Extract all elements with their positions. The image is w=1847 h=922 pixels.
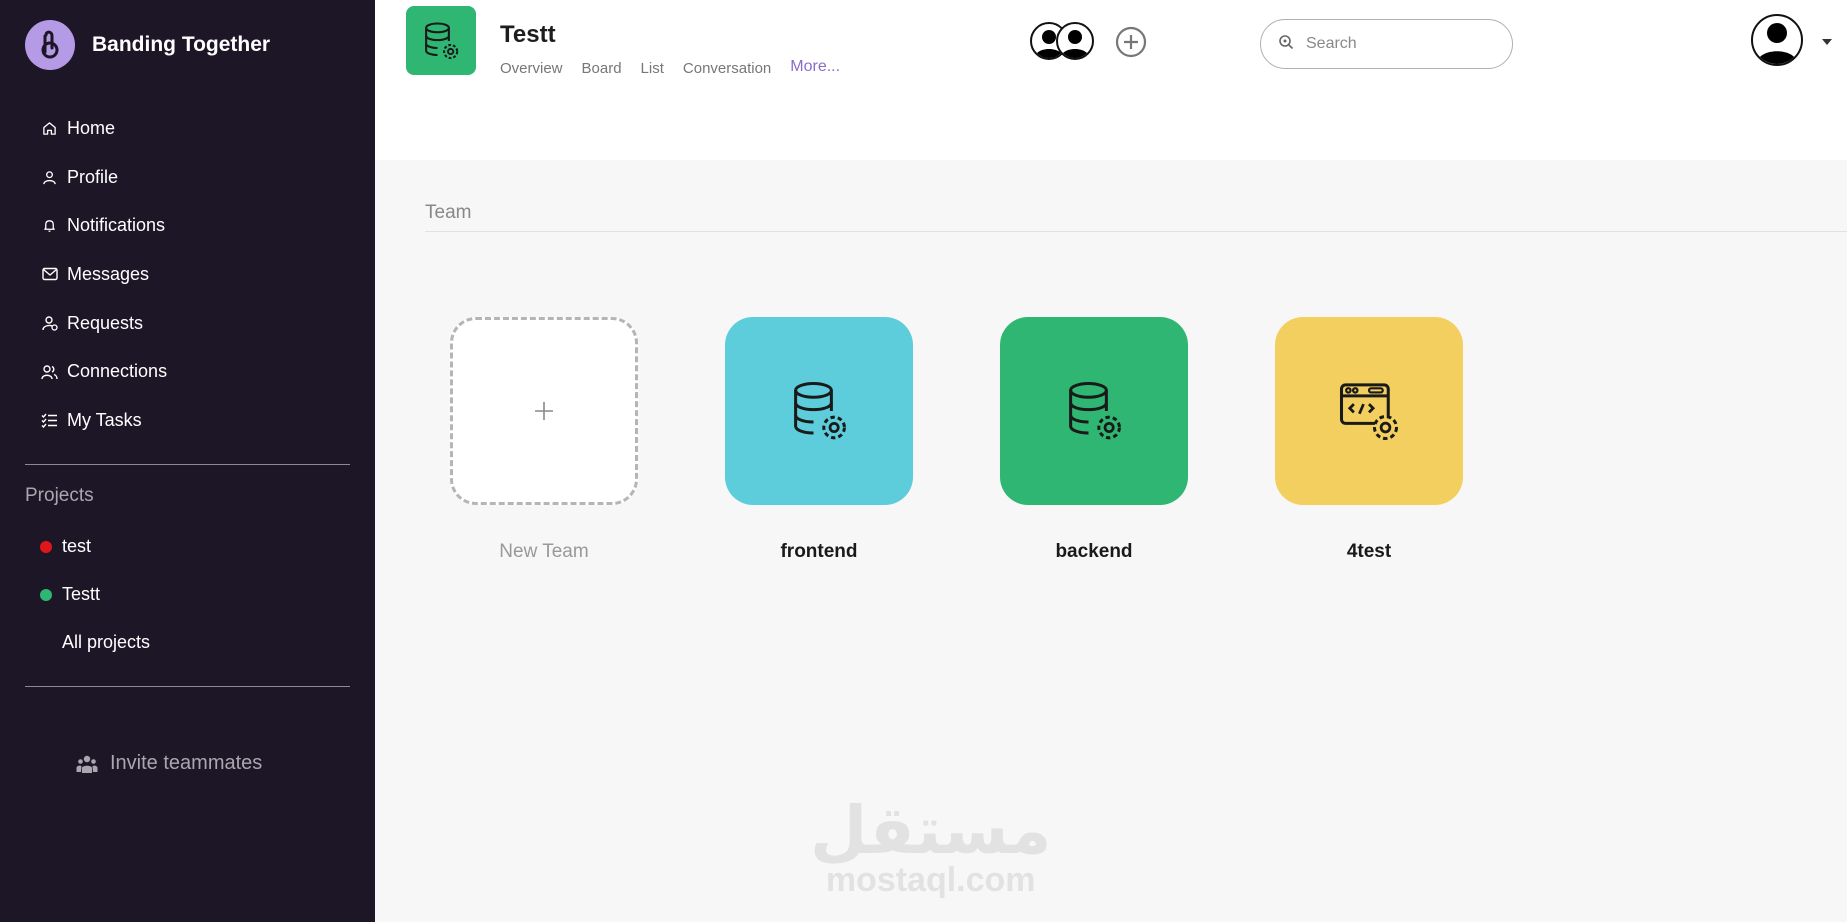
database-settings-icon: [1069, 381, 1121, 440]
sidebar-item-label: Notifications: [67, 215, 166, 236]
sidebar-item-label: Messages: [67, 263, 150, 284]
project-name: Testt: [62, 584, 101, 604]
team-card-frontend[interactable]: [725, 317, 913, 505]
sidebar-item-requests[interactable]: Requests: [25, 299, 350, 348]
watermark: مستقل mostaql.com: [810, 792, 1052, 899]
users-icon: [41, 363, 58, 380]
team-card-label: backend: [1055, 541, 1133, 562]
project-tabs: Overview Board List Conversation More...: [500, 58, 859, 77]
watermark-latin: mostaql.com: [825, 861, 1036, 899]
header-spacer: [375, 85, 1847, 160]
sidebar-item-label: My Tasks: [67, 409, 142, 430]
watermark-arabic: مستقل: [810, 792, 1052, 869]
sidebar-item-label: Connections: [67, 361, 168, 382]
project-color-dot: [40, 540, 52, 553]
project-item-test[interactable]: test: [40, 536, 91, 557]
sidebar-item-label: Profile: [67, 166, 119, 187]
database-settings-icon: [794, 381, 846, 440]
tab-overview[interactable]: Overview: [500, 60, 563, 77]
sidebar: Banding Together Home Profile Notificati…: [0, 0, 375, 922]
projects-heading: Projects: [25, 485, 94, 506]
new-team-card[interactable]: [450, 317, 638, 505]
team-card-label: frontend: [780, 541, 858, 562]
tab-board[interactable]: Board: [582, 60, 622, 77]
member-avatars[interactable]: [1030, 22, 1094, 60]
avatar: [1056, 22, 1094, 60]
team-icon: [76, 754, 98, 774]
project-color-dot: [40, 588, 52, 601]
task-list-icon: [41, 412, 58, 429]
user-icon: [41, 169, 58, 186]
database-settings-icon: [425, 21, 459, 59]
chevron-down-icon[interactable]: [1822, 34, 1832, 48]
team-card-backend[interactable]: [1000, 317, 1188, 505]
search-input[interactable]: [1306, 35, 1486, 53]
sidebar-item-label: Requests: [67, 312, 144, 333]
sidebar-item-home[interactable]: Home: [25, 104, 350, 153]
sidebar-item-my-tasks[interactable]: My Tasks: [25, 396, 350, 445]
plus-icon: [535, 402, 553, 420]
plus-circle-icon: [1115, 26, 1147, 58]
avatar-silhouette-icon: [1757, 23, 1797, 64]
team-card-4test[interactable]: [1275, 317, 1463, 505]
page-title: Testt: [500, 21, 556, 48]
sidebar-divider: [25, 464, 350, 465]
sidebar-item-connections[interactable]: Connections: [25, 347, 350, 396]
sidebar-item-profile[interactable]: Profile: [25, 153, 350, 202]
search-box[interactable]: [1260, 19, 1513, 69]
bell-icon: [41, 217, 58, 234]
home-icon: [41, 120, 58, 137]
invite-label: Invite teammates: [110, 752, 263, 774]
tab-more[interactable]: More...: [790, 58, 840, 77]
brand-logo-icon: [25, 20, 75, 70]
section-divider: [425, 231, 1847, 232]
invite-teammates-button[interactable]: Invite teammates: [76, 752, 262, 775]
brand-name: Banding Together: [92, 33, 271, 56]
user-avatar[interactable]: [1751, 14, 1803, 66]
project-name: test: [62, 536, 92, 556]
sidebar-item-label: Home: [67, 117, 116, 138]
team-card-label: New Team: [499, 541, 589, 562]
project-icon[interactable]: [406, 6, 476, 75]
sidebar-item-notifications[interactable]: Notifications: [25, 201, 350, 250]
sidebar-item-messages[interactable]: Messages: [25, 250, 350, 299]
team-section-heading: Team: [425, 202, 472, 223]
team-card-label: 4test: [1346, 541, 1392, 562]
project-header: Testt Overview Board List Conversation M…: [375, 0, 1847, 85]
sidebar-nav: Home Profile Notifications Messages Requ…: [25, 104, 350, 445]
web-code-settings-icon: [1339, 383, 1399, 441]
tab-list[interactable]: List: [641, 60, 664, 77]
tab-conversation[interactable]: Conversation: [683, 60, 771, 77]
mail-icon: [41, 266, 58, 283]
project-item-testt[interactable]: Testt: [40, 584, 100, 605]
add-member-button[interactable]: [1115, 26, 1147, 63]
user-request-icon: [41, 315, 58, 332]
search-icon: [1278, 34, 1294, 55]
brand[interactable]: Banding Together: [25, 20, 270, 70]
sidebar-divider: [25, 686, 350, 687]
all-projects-link[interactable]: All projects: [62, 632, 150, 653]
